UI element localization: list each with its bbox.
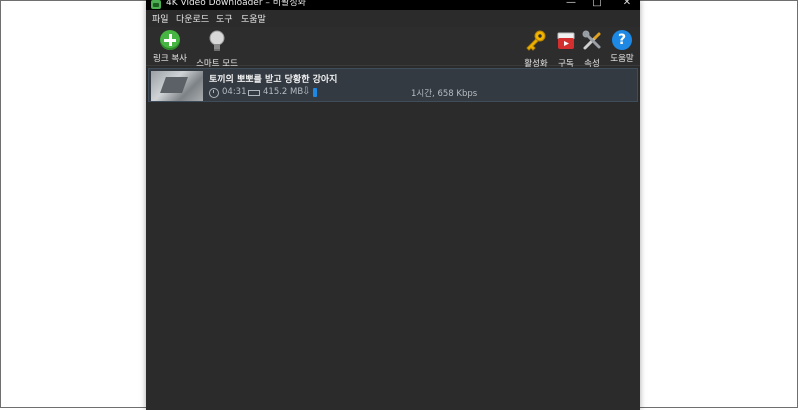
menu-bar: 파일 다운로드 도구 도움말: [146, 10, 640, 26]
subscribe-button[interactable]: 구독: [554, 30, 578, 69]
preferences-button[interactable]: 속성: [580, 30, 604, 69]
duration: 04:31: [222, 87, 247, 97]
minimize-button[interactable]: —: [560, 0, 582, 8]
close-button[interactable]: ✕: [616, 0, 638, 8]
activate-button[interactable]: 활성화: [524, 30, 548, 69]
file-size-icon: [248, 90, 260, 96]
progress-bar: [313, 88, 317, 97]
download-speed: 1시간, 658 Kbps: [411, 89, 478, 99]
smart-mode-button[interactable]: 스마트 모드: [196, 30, 238, 69]
clock-icon: [209, 88, 219, 98]
video-thumbnail: [151, 71, 203, 101]
file-size: 415.2 MB: [263, 87, 304, 97]
subscription-icon: [557, 32, 575, 49]
help-icon: ?: [612, 30, 632, 50]
download-item[interactable]: 토끼의 뽀뽀를 받고 당황한 강아지 04:31 415.2 MB ⇩ 1시간,…: [148, 68, 638, 102]
toolbar: 링크 복사 스마트 모드 활성화 구독 속성 ? 도움말: [146, 27, 640, 69]
menu-help[interactable]: 도움말: [241, 12, 266, 25]
download-title: 토끼의 뽀뽀를 받고 당황한 강아지: [209, 75, 338, 85]
menu-tools[interactable]: 도구: [216, 12, 233, 25]
window-title: 4K Video Downloader – 비활성화: [166, 0, 306, 8]
app-logo-icon: [151, 0, 161, 9]
menu-download[interactable]: 다운로드: [176, 12, 209, 25]
app-window: 4K Video Downloader – 비활성화 — □ ✕ 파일 다운로드…: [146, 0, 640, 410]
download-arrow-icon: ⇩: [302, 86, 311, 97]
lightbulb-icon: [209, 30, 225, 51]
key-icon: [526, 30, 546, 51]
help-button[interactable]: ? 도움말: [608, 30, 636, 64]
menu-file[interactable]: 파일: [152, 12, 169, 25]
help-label: 도움말: [610, 54, 634, 64]
plus-circle-icon: [160, 30, 180, 50]
tools-icon: [582, 30, 601, 50]
paste-link-label: 링크 복사: [153, 54, 187, 64]
maximize-button[interactable]: □: [586, 0, 608, 8]
paste-link-button[interactable]: 링크 복사: [152, 30, 188, 64]
title-bar[interactable]: 4K Video Downloader – 비활성화 — □ ✕: [146, 0, 640, 10]
